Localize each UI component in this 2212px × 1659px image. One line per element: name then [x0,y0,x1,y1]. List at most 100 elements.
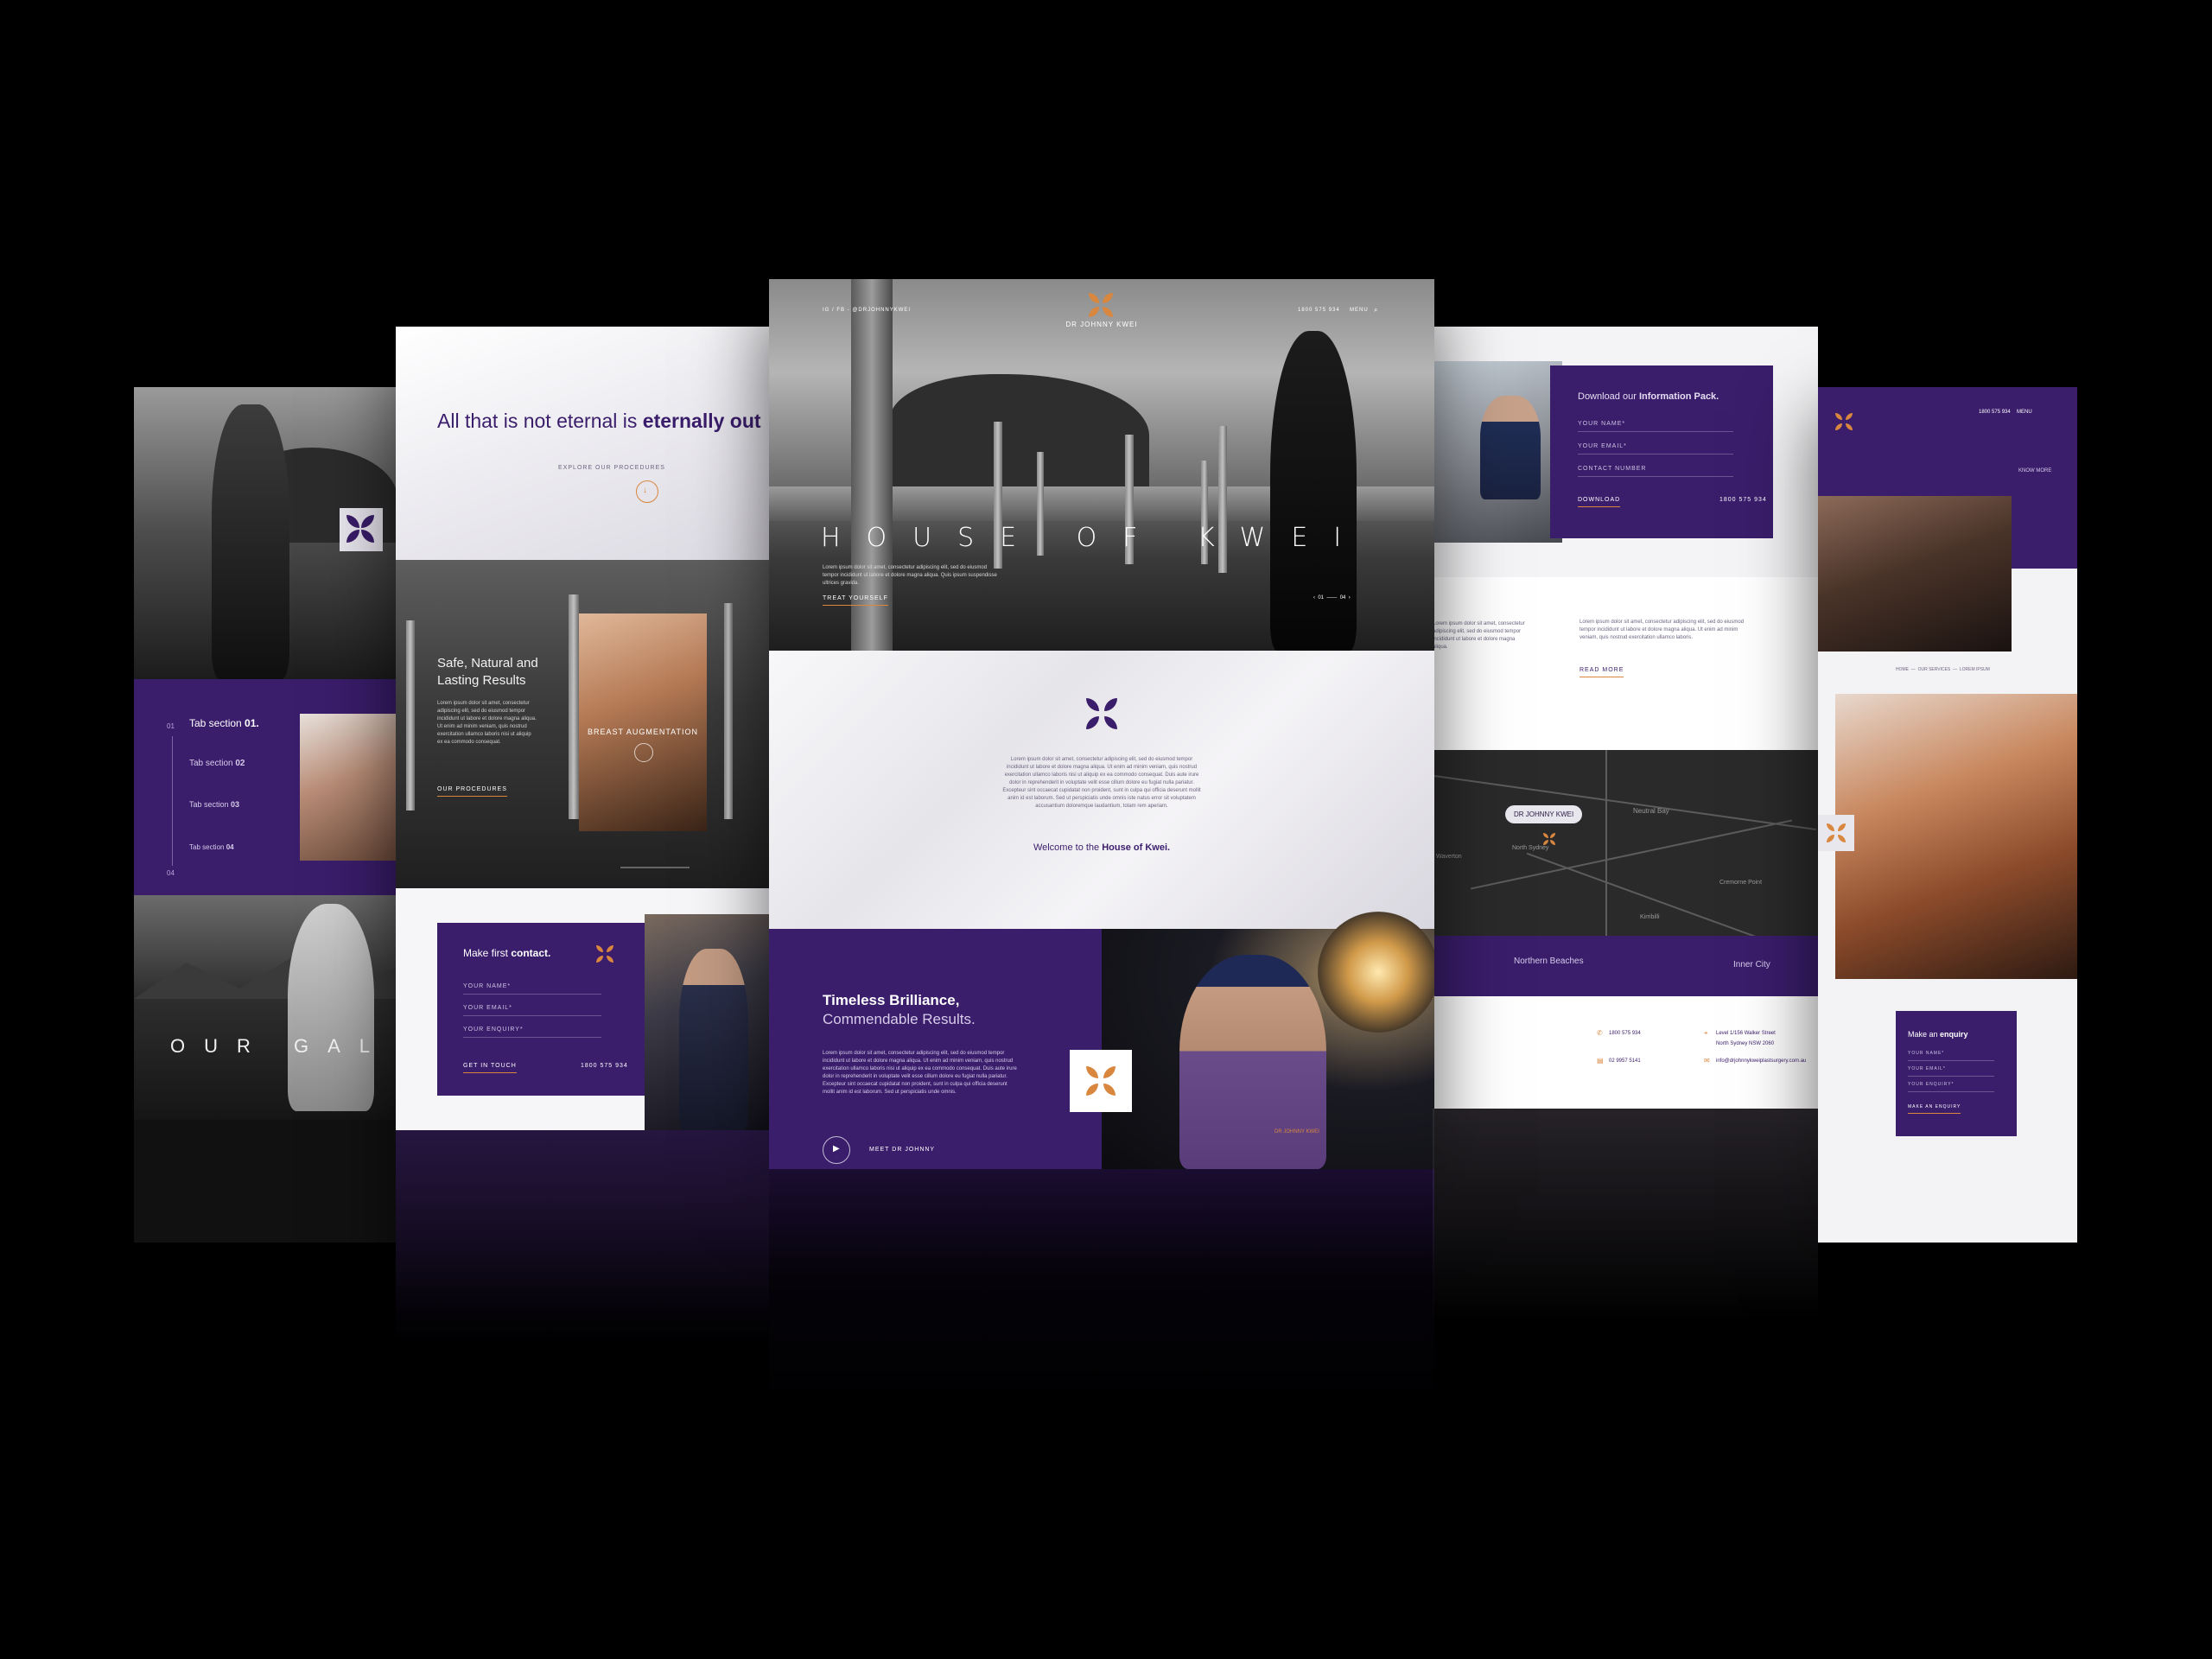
text-section: Lorem ipsum dolor sit amet, consectetur … [1433,577,1818,750]
text-body-right: Lorem ipsum dolor sit amet, consectetur … [1580,620,1745,640]
fr-menu[interactable]: MENU [2017,410,2032,415]
woman-back-silhouette [288,904,374,1111]
timeless-title: Timeless Brilliance, Commendable Results… [823,991,976,1029]
breadcrumb-current: LOREM IPSUM [1959,667,1990,672]
procedure-card[interactable]: BREAST AUGMENTATION [579,613,707,831]
know-more-link[interactable]: KNOW MORE [2018,468,2051,474]
pole [724,603,733,819]
tab-item-3[interactable]: Tab section 03 [189,800,239,809]
card-label: BREAST AUGMENTATION [587,728,698,736]
hero-model-figure [1270,331,1357,651]
safe-title-line2: Lasting Results [437,673,526,688]
phone-icon: ✆ [1597,1029,1603,1037]
logo-mark-icon [596,945,613,963]
tab-item-1[interactable]: Tab section 01. [189,717,259,729]
get-in-touch-button[interactable]: GET IN TOUCH [463,1063,517,1073]
email-field[interactable]: YOUR EMAIL* [1578,443,1733,454]
scroll-down-button[interactable]: ↓ [636,480,658,503]
tagline-bold: House of Kwei. [1102,842,1171,853]
tab-line [172,736,173,866]
enquiry-field[interactable]: YOUR ENQUIRY* [463,1027,601,1038]
meet-dr-johnny-link[interactable]: MEET DR JOHNNY [869,1147,935,1153]
email-field[interactable]: YOUR EMAIL* [463,1005,601,1016]
enquiry-title-bold: enquiry [1940,1030,1968,1039]
contact-number-field[interactable]: CONTACT NUMBER [1578,466,1733,477]
welcome-body: Lorem ipsum dolor sit amet, consectetur … [1002,757,1201,809]
timeless-section: Timeless Brilliance, Commendable Results… [769,912,1434,1169]
timeless-logo-badge [1070,1050,1132,1112]
doctor-scrubs-figure [1179,955,1326,1169]
slider-dots [620,867,690,868]
two-women-photo [300,714,397,861]
enquiry-field[interactable]: YOUR ENQUIRY* [1908,1082,1994,1092]
read-more-link[interactable]: READ MORE [1580,667,1624,677]
name-field[interactable]: YOUR NAME* [1578,421,1733,432]
fr-phone[interactable]: 1800 575 934 [1979,410,2011,415]
region-northern-beaches[interactable]: Northern Beaches [1514,957,1584,966]
contact-phone[interactable]: 1800 575 934 [1609,1031,1641,1036]
logo-badge [340,508,383,551]
pin-icon: ⌖ [1704,1029,1708,1037]
name-field[interactable]: YOUR NAME* [1908,1051,1994,1061]
map-pin-label[interactable]: DR JOHNNY KWEI [1505,805,1583,823]
tab-number: 02 [235,759,245,768]
tab-label: Tab section [189,843,226,851]
email-field[interactable]: YOUR EMAIL* [1908,1066,1994,1077]
map-section: DR JOHNNY KWEI Neutral Bay North Sydney … [1433,750,1818,944]
name-field[interactable]: YOUR NAME* [463,983,601,995]
download-button[interactable]: DOWNLOAD [1578,497,1621,507]
logo-mark-icon [1827,823,1846,842]
contact-form: Make first contact. YOUR NAME* YOUR EMAI… [437,923,645,1096]
doctor-desk-photo [1433,361,1562,543]
tab-item-4[interactable]: Tab section 04 [189,843,234,851]
model-photo-bw [134,387,397,679]
header-phone[interactable]: 1800 575 934 [1298,308,1340,313]
map-road [1526,852,1771,944]
card-play-ring [634,743,653,762]
slide-indicator[interactable]: ‹ 01 —— 04 › [1313,595,1351,601]
region-inner-city[interactable]: Inner City [1733,960,1770,969]
contact-phone[interactable]: 1800 575 934 [581,1063,628,1069]
gallery-title: OUR GAL [170,1035,390,1057]
doctor-suit-figure [679,949,748,1130]
center-panel: IG / FB - @DRJOHNNYKWEI DR JOHNNY KWEI 1… [769,279,1434,1169]
search-icon[interactable]: ⌕ [1374,306,1377,315]
download-form: Download our Information Pack. YOUR NAME… [1550,365,1773,538]
play-button[interactable]: ▶ [823,1136,850,1164]
header-menu[interactable]: MENU [1350,308,1369,313]
download-phone[interactable]: 1800 575 934 [1719,497,1767,503]
safe-title: Safe, Natural and Lasting Results [437,655,538,690]
make-enquiry-button[interactable]: MAKE AN ENQUIRY [1908,1104,1961,1114]
hero-hill [890,374,1149,486]
map-label-waverton: Waverton [1436,854,1462,860]
breadcrumb-home[interactable]: HOME [1896,667,1909,672]
tab-number: 04 [226,843,234,851]
play-icon: ▶ [833,1144,840,1154]
breadcrumb-services[interactable]: OUR SERVICES [1918,667,1951,672]
social-handle[interactable]: IG / FB - @DRJOHNNYKWEI [823,308,911,313]
tab-item-2[interactable]: Tab section 02 [189,759,245,768]
tab-number: 01. [245,717,259,729]
breadcrumb: HOME — OUR SERVICES — LOREM IPSUM [1896,667,1990,672]
logo-mark-icon [1086,698,1117,729]
doctor-desk-figure [1480,396,1541,499]
safe-body: Lorem ipsum dolor sit amet, consectetur … [437,701,537,745]
map-label-neutral-bay: Neutral Bay [1633,807,1669,815]
tab-num-top: 01 [167,722,175,730]
slide-total: 04 [1339,595,1346,601]
contact-email[interactable]: info@drjohnnykweiplastsurgery.com.au [1716,1058,1806,1064]
logo-mark-icon[interactable] [1089,293,1113,317]
tab-section: 01 04 Tab section 01. Tab section 02 Tab… [134,679,397,895]
surgical-light [1318,912,1434,1033]
center-reflection [769,1169,1434,1411]
treat-yourself-button[interactable]: TREAT YOURSELF [823,595,888,606]
headline-normal: All that is not eternal is [437,410,643,432]
logo-mark-icon [346,515,374,543]
hero-title: HOUSE OF KWEI [821,523,1368,553]
our-procedures-link[interactable]: OUR PROCEDURES [437,786,507,797]
welcome-tagline: Welcome to the House of Kwei. [769,842,1434,853]
map-label-kirribilli: Kirribilli [1640,914,1660,920]
enquiry-title-normal: Make an [1908,1030,1941,1039]
tab-label: Tab section [189,759,236,768]
fax-icon: ▤ [1597,1057,1604,1065]
